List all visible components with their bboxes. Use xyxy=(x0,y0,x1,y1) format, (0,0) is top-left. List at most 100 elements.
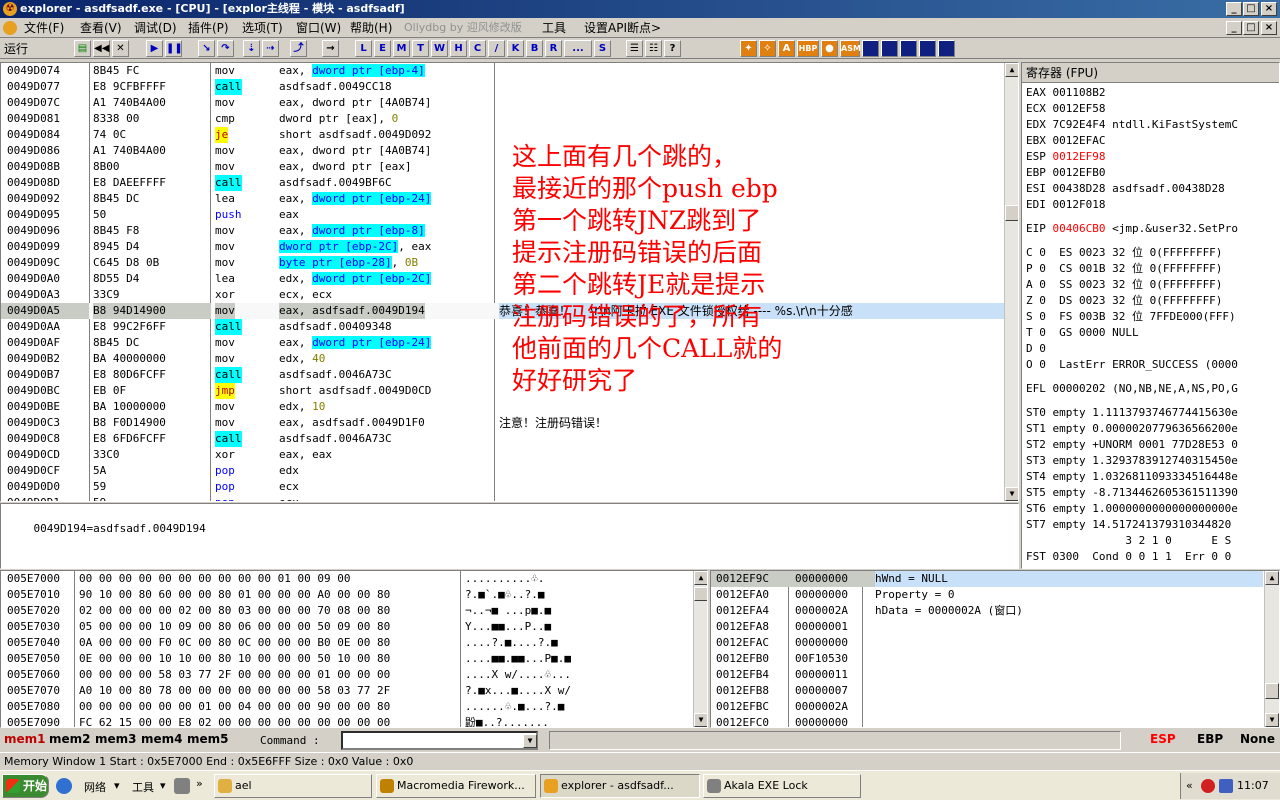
stack-row[interactable]: 0012EFAC 00000000 xyxy=(711,635,1263,651)
menu-help[interactable]: 帮助(H) xyxy=(350,18,392,37)
fpu-register[interactable]: ST7 empty 14.517241379310344820 xyxy=(1026,517,1231,533)
start-button[interactable]: 开始 xyxy=(2,774,49,798)
disasm-row[interactable]: 0049D0AF 8B45 DC mov eax, dword ptr [ebp-24… xyxy=(1,335,1004,351)
trace-into-icon[interactable]: ⇣ xyxy=(243,40,260,57)
toolbar-btn-w[interactable]: W xyxy=(431,40,448,57)
disasm-row[interactable]: 0049D0C8 E8 6FD6FCFF call asdfsadf.0046A73C xyxy=(1,431,1004,447)
dump-scroll-up-icon[interactable]: ▲ xyxy=(694,571,707,585)
flag-row[interactable]: Z 0 DS 0023 32 位 0(FFFFFFFF) xyxy=(1026,293,1222,309)
disasm-row[interactable]: 0049D074 8B45 FC mov eax, dword ptr [ebp-4] xyxy=(1,63,1004,79)
taskbar-button[interactable]: ael xyxy=(214,774,372,798)
fpu-register[interactable]: ST3 empty 1.3293783912740315450e xyxy=(1026,453,1238,469)
disasm-row[interactable]: 0049D0A0 8D55 D4 lea edx, dword ptr [ebp-2C… xyxy=(1,271,1004,287)
close-program-icon[interactable]: ✕ xyxy=(112,40,129,57)
disasm-row[interactable]: 0049D081 8338 00 cmp dword ptr [eax], 0 xyxy=(1,111,1004,127)
taskbar-button[interactable]: explorer - asdfsadf... xyxy=(540,774,700,798)
dump-row[interactable]: 005E7020 02 00 00 00 00 02 00 80 03 00 00… xyxy=(1,603,691,619)
window-icon-3[interactable] xyxy=(900,40,917,57)
stack-row[interactable]: 0012EFC0 00000000 xyxy=(711,715,1263,727)
taskbar-button[interactable]: Akala EXE Lock xyxy=(703,774,861,798)
stack-scroll-down-icon[interactable]: ▼ xyxy=(1265,713,1279,727)
menu-tools[interactable]: 工具 xyxy=(542,18,566,37)
register-edx[interactable]: EDX 7C92E4F4 ntdll.KiFastSystemC xyxy=(1026,117,1238,133)
flag-row[interactable]: D 0 xyxy=(1026,341,1046,357)
register-edi[interactable]: EDI 0012F018 xyxy=(1026,197,1105,213)
stack-row[interactable]: 0012EFB4 00000011 xyxy=(711,667,1263,683)
toolbar-btn-t[interactable]: T xyxy=(412,40,429,57)
register-eax[interactable]: EAX 001108B2 xyxy=(1026,85,1105,101)
tray-expand-icon[interactable]: « xyxy=(1186,779,1193,792)
register-value[interactable]: 0012EFB0 xyxy=(1053,166,1106,179)
disasm-row[interactable]: 0049D0A5 B8 94D14900 mov eax, asdfsadf.0049… xyxy=(1,303,1004,319)
dump-scrollbar[interactable]: ▲ ▼ xyxy=(693,571,707,727)
restart-icon[interactable]: ◀◀ xyxy=(93,40,110,57)
esp-toggle[interactable]: ESP xyxy=(1150,732,1176,746)
tab-mem2[interactable]: mem2 xyxy=(49,732,91,746)
maximize-button[interactable]: □ xyxy=(1243,2,1259,16)
network-tray-icon[interactable] xyxy=(1219,779,1233,793)
register-value[interactable]: 0012EF58 xyxy=(1053,102,1106,115)
disasm-row[interactable]: 0049D0D0 59 pop ecx xyxy=(1,479,1004,495)
menu-file[interactable]: 文件(F) xyxy=(24,18,64,37)
quick-tools[interactable]: 工具 xyxy=(132,779,154,795)
trace-over-icon[interactable]: ⇢ xyxy=(262,40,279,57)
options-icon[interactable]: ☷ xyxy=(645,40,662,57)
register-eip[interactable]: EIP 00406CB0 <jmp.&user32.SetPro xyxy=(1026,221,1238,237)
register-efl[interactable]: EFL 00000202 (NO,NB,NE,A,NS,PO,G xyxy=(1026,381,1238,397)
register-esi[interactable]: ESI 00438D28 asdfsadf.00438D28 xyxy=(1026,181,1225,197)
disasm-row[interactable]: 0049D092 8B45 DC lea eax, dword ptr [ebp-24… xyxy=(1,191,1004,207)
stack-row[interactable]: 0012EFA8 00000001 xyxy=(711,619,1263,635)
fpu-register[interactable]: ST0 empty 1.1113793746774415630e xyxy=(1026,405,1238,421)
flag-row[interactable]: A 0 SS 0023 32 位 0(FFFFFFFF) xyxy=(1026,277,1222,293)
stack-row[interactable]: 0012EFA0 00000000 Property = 0 xyxy=(711,587,1263,603)
disasm-row[interactable]: 0049D0BC EB 0F jmp short asdfsadf.0049D0CD xyxy=(1,383,1004,399)
dump-row[interactable]: 005E7000 00 00 00 00 00 00 00 00 00 00 01… xyxy=(1,571,691,587)
disasm-row[interactable]: 0049D0D1 59 pop ecx xyxy=(1,495,1004,501)
fpu-register[interactable]: ST4 empty 1.0326811093334516448e xyxy=(1026,469,1238,485)
window-icon-2[interactable] xyxy=(881,40,898,57)
command-input[interactable]: ▼ xyxy=(341,731,538,750)
dump-row[interactable]: 005E7090 FC 62 15 00 00 E8 02 00 00 00 00… xyxy=(1,715,691,727)
close-button[interactable]: × xyxy=(1261,2,1277,16)
fpu-status[interactable]: FST 0300 Cond 0 0 1 1 Err 0 0 xyxy=(1026,549,1231,565)
disasm-row[interactable]: 0049D0C3 B8 F0D14900 mov eax, asdfsadf.0049… xyxy=(1,415,1004,431)
open-icon[interactable]: ▤ xyxy=(74,40,91,57)
toolbar-btn-e[interactable]: E xyxy=(374,40,391,57)
stack-scroll-thumb[interactable] xyxy=(1265,683,1279,699)
stack-scroll-up-icon[interactable]: ▲ xyxy=(1265,571,1279,585)
hbp-icon[interactable]: HBP xyxy=(797,40,819,57)
toolbar-btn-c[interactable]: C xyxy=(469,40,486,57)
disasm-row[interactable]: 0049D08D E8 DAEEFFFF call asdfsadf.0049BF6C xyxy=(1,175,1004,191)
toolbar-btn-slash[interactable]: / xyxy=(488,40,505,57)
menu-window[interactable]: 窗口(W) xyxy=(296,18,341,37)
command-dropdown-icon[interactable]: ▼ xyxy=(523,734,537,748)
minimize-button[interactable]: _ xyxy=(1226,2,1242,16)
register-value[interactable]: 00406CB0 xyxy=(1053,222,1106,235)
menu-set-api-bp[interactable]: 设置API断点> xyxy=(584,18,661,37)
dump-scroll-thumb[interactable] xyxy=(694,587,707,601)
register-value[interactable]: 0012F018 xyxy=(1053,198,1106,211)
scroll-down-icon[interactable]: ▼ xyxy=(1005,487,1018,501)
asm-icon[interactable]: ASM xyxy=(840,40,861,57)
menu-plugins[interactable]: 插件(P) xyxy=(188,18,229,37)
pause-icon[interactable]: ❚❚ xyxy=(165,40,183,57)
security-tray-icon[interactable] xyxy=(1201,779,1215,793)
toolbar-btn-k[interactable]: K xyxy=(507,40,524,57)
disasm-row[interactable]: 0049D0AA E8 99C2F6FF call asdfsadf.00409348 xyxy=(1,319,1004,335)
dump-row[interactable]: 005E7050 0E 00 00 00 10 10 00 80 10 00 00… xyxy=(1,651,691,667)
flag-row[interactable]: S 0 FS 003B 32 位 7FFDE000(FFF) xyxy=(1026,309,1236,325)
toolbar-btn-h[interactable]: H xyxy=(450,40,467,57)
tab-mem5[interactable]: mem5 xyxy=(187,732,229,746)
none-toggle[interactable]: None xyxy=(1240,732,1275,746)
plugin-icon-1[interactable]: ✦ xyxy=(740,40,757,57)
disasm-row[interactable]: 0049D099 8945 D4 mov dword ptr [ebp-2C], ea… xyxy=(1,239,1004,255)
toolbar-btn-s[interactable]: S xyxy=(594,40,611,57)
stack-row[interactable]: 0012EF9C 00000000 hWnd = NULL xyxy=(711,571,1263,587)
child-restore-button[interactable]: □ xyxy=(1243,21,1259,35)
plugin-icon-2[interactable]: ✧ xyxy=(759,40,776,57)
register-ecx[interactable]: ECX 0012EF58 xyxy=(1026,101,1105,117)
disasm-row[interactable]: 0049D084 74 0C je short asdfsadf.0049D092 xyxy=(1,127,1004,143)
dump-row[interactable]: 005E7040 0A 00 00 00 F0 0C 00 80 0C 00 00… xyxy=(1,635,691,651)
register-value[interactable]: 7C92E4F4 xyxy=(1053,118,1106,131)
flag-row[interactable]: C 0 ES 0023 32 位 0(FFFFFFFF) xyxy=(1026,245,1222,261)
